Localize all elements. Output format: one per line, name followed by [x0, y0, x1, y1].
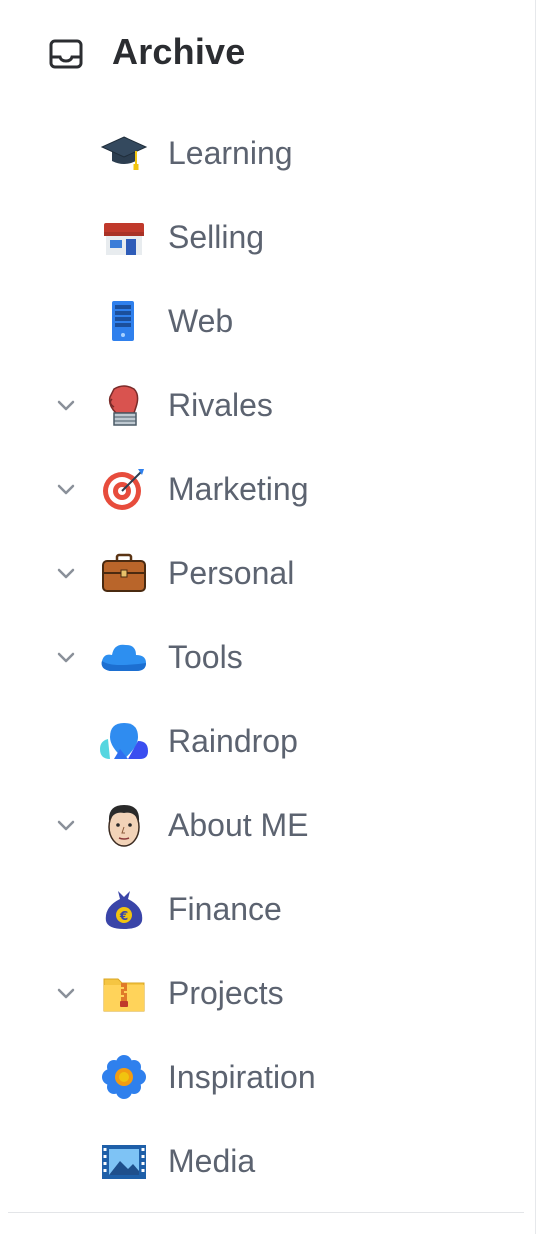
server-icon — [112, 301, 134, 341]
collection-list: Learning Selling Web Rivales Marketing P… — [0, 111, 536, 1203]
collection-item-web[interactable]: Web — [0, 279, 536, 363]
collection-item-selling[interactable]: Selling — [0, 195, 536, 279]
collection-item-personal[interactable]: Personal — [0, 531, 536, 615]
collection-item-media[interactable]: Media — [0, 1119, 536, 1203]
chevron-down-icon[interactable] — [54, 813, 78, 837]
divider — [8, 1212, 524, 1213]
collection-label: Media — [168, 1143, 256, 1179]
collection-label: Inspiration — [168, 1059, 316, 1095]
collection-label: Selling — [168, 219, 265, 255]
chevron-down-icon[interactable] — [54, 561, 78, 585]
raindrop-logo-icon — [100, 723, 148, 759]
collection-label: Projects — [168, 975, 284, 1011]
collection-item-tools[interactable]: Tools — [0, 615, 536, 699]
collection-label: Personal — [168, 555, 295, 591]
collection-label: Learning — [168, 135, 293, 171]
collection-label: About ME — [168, 807, 309, 843]
collection-item-projects[interactable]: Projects — [0, 951, 536, 1035]
collection-label: Raindrop — [168, 723, 298, 759]
collection-label: Rivales — [168, 387, 273, 423]
chevron-down-icon[interactable] — [54, 393, 78, 417]
chevron-down-icon[interactable] — [54, 645, 78, 669]
collection-item-raindrop[interactable]: Raindrop — [0, 699, 536, 783]
collection-label: Finance — [168, 891, 282, 927]
avatar-face-icon — [108, 805, 140, 847]
collection-item-finance[interactable]: € Finance — [0, 867, 536, 951]
flower-icon — [102, 1055, 146, 1099]
collection-item-about-me[interactable]: About ME — [0, 783, 536, 867]
briefcase-icon — [102, 553, 146, 592]
money-bag-icon: € — [105, 891, 143, 929]
zip-folder-icon — [103, 978, 145, 1012]
film-image-icon — [102, 1145, 146, 1179]
collection-label: Tools — [168, 639, 243, 675]
target-icon — [103, 469, 144, 510]
archive-header[interactable]: Archive — [0, 14, 536, 92]
svg-text:€: € — [119, 909, 128, 923]
archive-title: Archive — [112, 31, 246, 72]
inbox-icon — [49, 39, 83, 69]
collection-item-learning[interactable]: Learning — [0, 111, 536, 195]
store-icon — [104, 223, 144, 255]
chevron-down-icon[interactable] — [54, 477, 78, 501]
collection-item-rivales[interactable]: Rivales — [0, 363, 536, 447]
collection-label: Marketing — [168, 471, 309, 507]
graduation-cap-icon — [100, 136, 148, 170]
collection-item-inspiration[interactable]: Inspiration — [0, 1035, 536, 1119]
collection-label: Web — [168, 303, 234, 339]
cloud-icon — [101, 644, 146, 671]
boxing-glove-icon — [108, 385, 139, 426]
chevron-down-icon[interactable] — [54, 981, 78, 1005]
sidebar-panel: Archive Learning Selling Web Rivales Mar… — [0, 0, 536, 1234]
collection-item-marketing[interactable]: Marketing — [0, 447, 536, 531]
